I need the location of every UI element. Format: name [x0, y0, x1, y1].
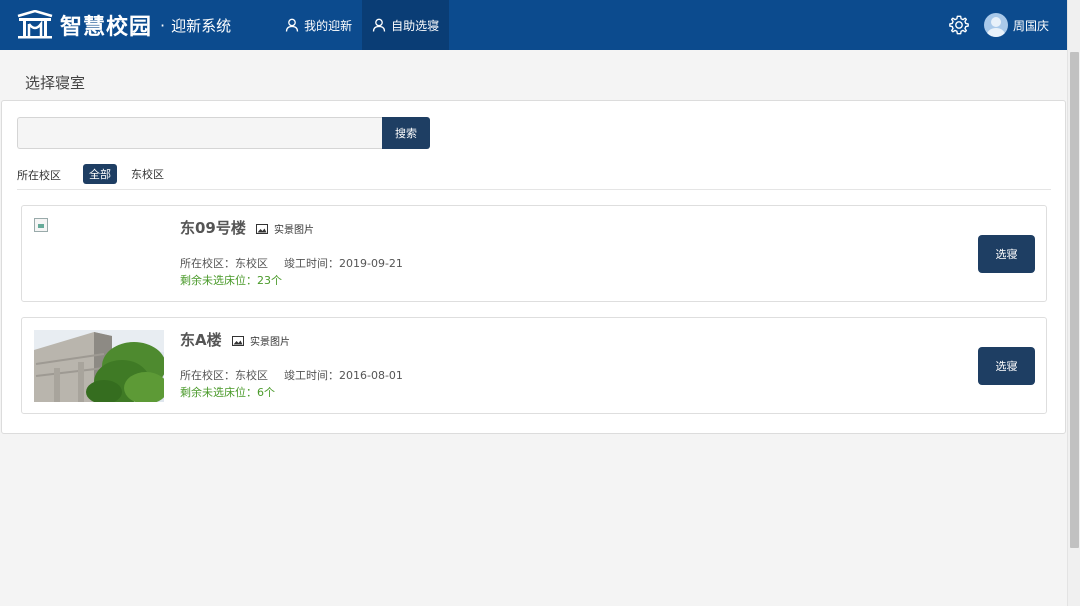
nav-item-self-dorm-selection[interactable]: 自助选寝: [362, 0, 450, 50]
gear-icon[interactable]: [948, 14, 970, 36]
nav-item-label: 自助选寝: [391, 18, 440, 33]
user-name[interactable]: 周国庆: [1013, 17, 1049, 34]
dorm-completion-date: 竣工时间：2019-09-21: [284, 257, 403, 270]
dorm-remaining-beds: 剩余未选床位：23个: [180, 274, 282, 287]
header-user-area: 周国庆: [948, 0, 1067, 50]
school-gate-logo-icon: [17, 10, 53, 39]
real-photo-label: 实景图片: [274, 225, 314, 236]
campus-filter: 所在校区 全部 东校区: [17, 164, 1051, 190]
search-bar: 搜索: [17, 117, 430, 149]
real-photo-link[interactable]: 实景图片: [232, 333, 290, 348]
dorm-card: 东A楼 实景图片 所在校区：东校区 竣工时间：2016-08-01 剩余未选床位：…: [21, 317, 1047, 414]
search-input[interactable]: [17, 117, 382, 149]
user-icon: [285, 18, 299, 32]
broken-image-icon: [34, 218, 48, 232]
dorm-remaining-beds: 剩余未选床位：6个: [180, 386, 275, 399]
real-photo-label: 实景图片: [250, 337, 290, 348]
avatar[interactable]: [983, 13, 1008, 37]
dorm-card: 东09号楼 实景图片 所在校区：东校区 竣工时间：2019-09-21 剩余未选床…: [21, 205, 1047, 302]
dorm-campus: 所在校区：东校区: [180, 257, 268, 270]
main-nav: 我的迎新 自助选寝: [275, 0, 450, 50]
dorm-meta: 所在校区：东校区 竣工时间：2019-09-21: [180, 255, 403, 271]
dorm-list-panel: 搜索 所在校区 全部 东校区 东09号楼 实景图片 所在校区：东校区竣工时间：2…: [1, 100, 1066, 434]
image-icon: [232, 335, 244, 346]
logo[interactable]: 智慧校园 · 迎新系统: [0, 0, 231, 50]
real-photo-link[interactable]: 实景图片: [256, 221, 314, 236]
campus-filter-label: 所在校区: [17, 169, 61, 182]
filter-option-east-campus[interactable]: 东校区: [125, 164, 170, 184]
nav-item-label: 我的迎新: [304, 18, 353, 33]
top-navbar: 智慧校园 · 迎新系统 我的迎新 自助选寝 周国庆: [0, 0, 1067, 50]
dorm-campus: 所在校区：东校区: [180, 369, 268, 382]
page-title: 选择寝室: [25, 74, 86, 92]
filter-option-all[interactable]: 全部: [83, 164, 117, 184]
user-icon: [372, 18, 386, 32]
logo-title: 智慧校园: [60, 15, 153, 40]
select-dorm-button[interactable]: 选寝: [978, 235, 1035, 273]
image-icon: [256, 223, 268, 234]
scrollbar-thumb[interactable]: [1070, 52, 1079, 548]
dorm-completion-date: 竣工时间：2016-08-01: [284, 369, 403, 382]
dorm-name: 东09号楼: [180, 219, 246, 237]
nav-item-my-enrollment[interactable]: 我的迎新: [275, 0, 362, 50]
logo-subtitle: 迎新系统: [171, 16, 232, 35]
dorm-photo: [34, 330, 164, 402]
logo-separator: ·: [160, 15, 166, 35]
select-dorm-button[interactable]: 选寝: [978, 347, 1035, 385]
dorm-meta: 所在校区：东校区 竣工时间：2016-08-01: [180, 367, 403, 383]
dorm-name: 东A楼: [180, 331, 222, 349]
page-scrollbar[interactable]: [1067, 0, 1080, 606]
search-button[interactable]: 搜索: [382, 117, 430, 149]
